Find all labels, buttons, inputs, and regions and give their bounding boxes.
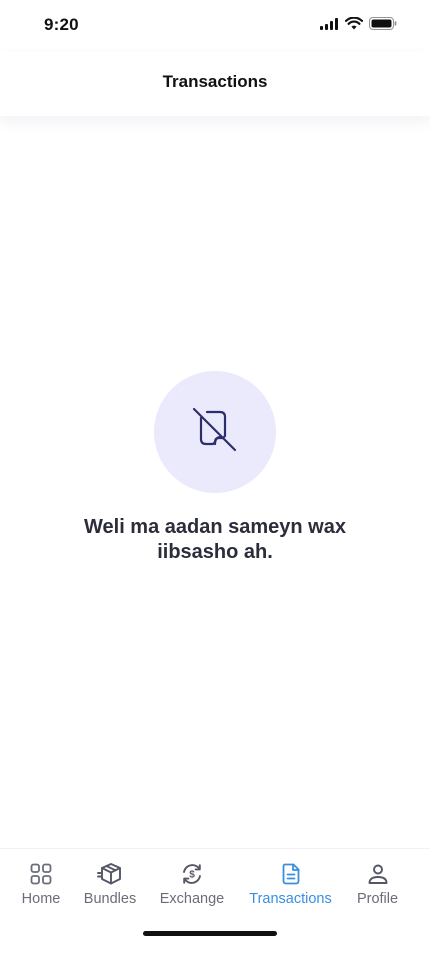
tab-transactions[interactable]: Transactions	[248, 861, 333, 907]
status-time: 9:20	[44, 15, 79, 34]
svg-text:$: $	[189, 870, 195, 881]
signal-icon	[320, 17, 339, 35]
exchange-icon: $	[179, 861, 205, 887]
tab-home-label: Home	[21, 891, 61, 907]
tab-exchange[interactable]: $ Exchange	[160, 861, 224, 907]
status-icons	[320, 16, 397, 35]
status-bar: 9:20	[0, 0, 430, 52]
document-icon	[278, 861, 304, 887]
tab-profile[interactable]: Profile	[356, 861, 399, 907]
no-document-icon	[187, 402, 243, 463]
page-title: Transactions	[162, 72, 268, 91]
wifi-icon	[344, 16, 364, 35]
tab-bundles-label: Bundles	[83, 891, 137, 907]
bottom-tab-bar: Home Bundles $ Exchange Transactions Pro…	[0, 848, 430, 955]
app-header: Transactions	[0, 52, 430, 116]
tab-transactions-label: Transactions	[249, 891, 332, 907]
grid-icon	[28, 861, 54, 887]
empty-state: Weli ma aadan sameyn wax iibsasho ah.	[0, 371, 430, 565]
empty-state-message: Weli ma aadan sameyn wax iibsasho ah.	[84, 516, 346, 563]
person-icon	[365, 861, 391, 887]
tab-exchange-label: Exchange	[159, 891, 225, 907]
battery-icon	[369, 17, 397, 35]
tab-home[interactable]: Home	[21, 861, 61, 907]
tab-profile-label: Profile	[356, 891, 399, 907]
empty-state-illustration	[154, 371, 276, 493]
home-indicator[interactable]	[143, 931, 277, 936]
box-icon	[97, 861, 123, 887]
tab-bundles[interactable]: Bundles	[83, 861, 137, 907]
